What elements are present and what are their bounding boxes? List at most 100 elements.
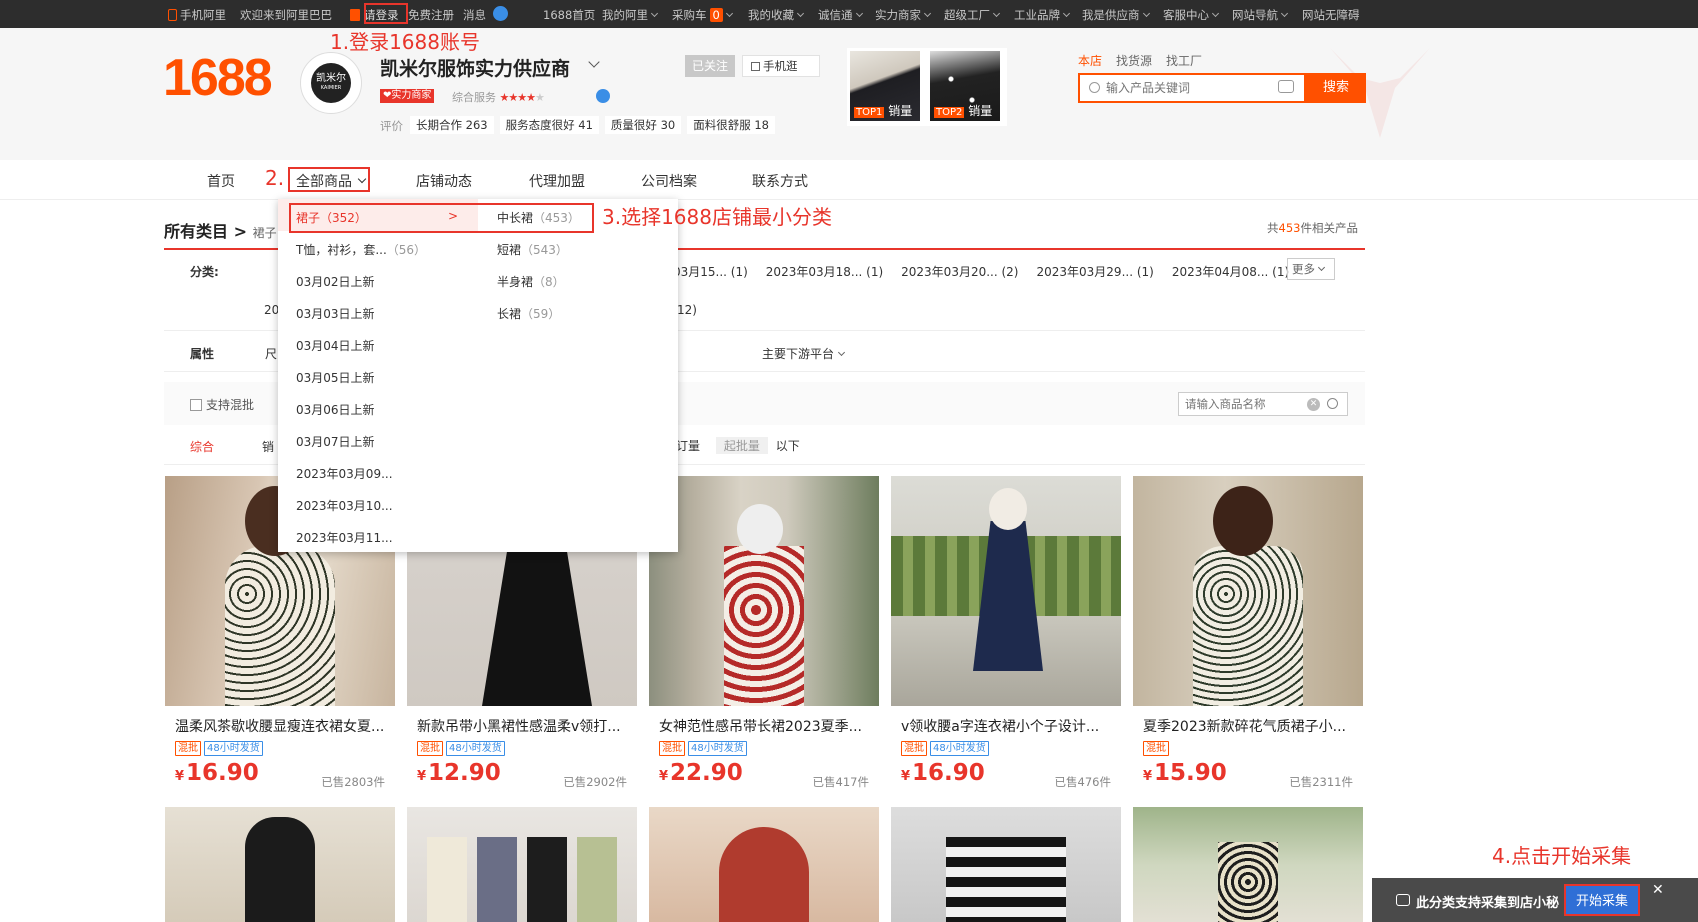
category-option[interactable]: 03月15... (1) (673, 263, 748, 280)
nav-industrial-brand[interactable]: 工业品牌 (1014, 7, 1071, 23)
mixed-batch-tag: 混批 (175, 741, 201, 756)
product-price: ¥12.90 (417, 760, 501, 786)
dropdown-item[interactable]: 03月06日上新 (296, 401, 375, 418)
search-icon[interactable] (1327, 398, 1338, 409)
review-tag[interactable]: 面料很舒服 18 (687, 116, 775, 134)
clear-icon[interactable]: ✕ (1307, 398, 1320, 411)
start-collect-button[interactable]: 开始采集 (1564, 884, 1640, 916)
nav-cart[interactable]: 采购车 0 (672, 7, 733, 23)
dropdown-item-skirt[interactable]: 裙子（352） (296, 209, 367, 226)
nav-tab-contact[interactable]: 联系方式 (752, 171, 808, 191)
product-name-input[interactable] (1185, 395, 1305, 413)
nav-super-factory[interactable]: 超级工厂 (944, 7, 1001, 23)
product-image[interactable] (891, 807, 1121, 922)
nav-my-ali[interactable]: 我的阿里 (602, 7, 659, 23)
nav-accessibility[interactable]: 网站无障碍 (1302, 7, 1360, 23)
store-logo[interactable]: 凯米尔 KAIMIER (300, 52, 362, 114)
product-title[interactable]: 新款吊带小黑裙性感温柔v领打... (417, 716, 629, 736)
login-link[interactable]: 请登录 (364, 8, 399, 22)
messages-link[interactable]: 消息 (463, 7, 486, 23)
breadcrumb-root[interactable]: 所有类目 (164, 222, 228, 241)
dropdown-item[interactable]: 03月05日上新 (296, 369, 375, 386)
1688-logo[interactable]: 1688 (163, 52, 273, 104)
dropdown-item[interactable]: 03月04日上新 (296, 337, 375, 354)
wangwang-icon[interactable] (493, 6, 508, 21)
nav-home[interactable]: 1688首页 (543, 7, 595, 23)
mobile-shop-button[interactable]: 手机逛 (742, 55, 820, 77)
top1-product-image[interactable]: TOP1 销量 (850, 51, 920, 121)
subcategory-long-skirt[interactable]: 长裙（59） (497, 305, 560, 322)
product-title[interactable]: 夏季2023新款碎花气质裙子小... (1143, 716, 1355, 736)
category-option[interactable]: 2023年03月18... (1) (766, 263, 883, 280)
category-option[interactable]: 2023年04月08... (1) (1172, 263, 1289, 280)
more-button[interactable]: 更多 (1287, 258, 1335, 280)
subcategory-short-skirt[interactable]: 短裙（543） (497, 241, 568, 258)
product-image[interactable] (891, 476, 1121, 706)
product-card[interactable]: 夏季2023新款碎花气质裙子小... 混批 ¥15.90 已售2311件 (1133, 476, 1363, 789)
nav-tab-shop-news[interactable]: 店铺动态 (416, 171, 472, 191)
product-image[interactable] (1133, 807, 1363, 922)
search-tabs: 本店 找货源 找工厂 (1078, 52, 1202, 69)
search-tab-this-store[interactable]: 本店 (1078, 52, 1102, 69)
product-name-search: ✕ (1178, 392, 1348, 416)
dropdown-item[interactable]: 03月07日上新 (296, 433, 375, 450)
service-rating: 综合服务 ★★★★★ (452, 91, 545, 104)
search-tab-sources[interactable]: 找货源 (1116, 52, 1152, 69)
review-tag[interactable]: 质量很好 30 (604, 116, 682, 134)
review-tag[interactable]: 服务态度很好 41 (499, 116, 599, 134)
nav-favorites[interactable]: 我的收藏 (748, 7, 805, 23)
shop-name[interactable]: 凯米尔服饰实力供应商 (380, 54, 570, 81)
nav-tab-home[interactable]: 首页 (207, 171, 235, 191)
product-card[interactable]: v领收腰a字连衣裙小个子设计... 混批 48小时发货 ¥16.90 已售476… (891, 476, 1121, 789)
followed-button[interactable]: 已关注 (685, 55, 735, 77)
product-image[interactable] (649, 807, 879, 922)
category-option[interactable]: 2023年03月29... (1) (1036, 263, 1153, 280)
min-batch-input[interactable]: 起批量 (715, 437, 768, 454)
dropdown-item[interactable]: 2023年03月10... (296, 497, 393, 514)
category-label: 分类: (190, 265, 219, 279)
nav-service-center[interactable]: 客服中心 (1163, 7, 1220, 23)
dropdown-item[interactable]: 03月02日上新 (296, 273, 375, 290)
search-tab-factory[interactable]: 找工厂 (1166, 52, 1202, 69)
product-image[interactable] (1133, 476, 1363, 706)
category-option[interactable]: 2023年03月20... (2) (901, 263, 1018, 280)
subcategory-midi-skirt[interactable]: 中长裙（453） (497, 209, 580, 226)
close-icon[interactable]: ✕ (1652, 882, 1664, 898)
product-title[interactable]: 女神范性感吊带长裙2023夏季... (659, 716, 871, 736)
search-input[interactable] (1106, 78, 1266, 98)
top2-product-image[interactable]: TOP2 销量 (930, 51, 1000, 121)
qrcode-icon (751, 62, 760, 71)
product-image[interactable] (165, 807, 395, 922)
ship-48h-tag: 48小时发货 (204, 741, 263, 756)
sort-default[interactable]: 综合 (190, 438, 214, 455)
dropdown-item[interactable]: 2023年03月09... (296, 465, 393, 482)
review-tag[interactable]: 长期合作 263 (410, 116, 494, 134)
mobile-ali-link[interactable]: 手机阿里 (168, 7, 226, 23)
platform-filter[interactable]: 主要下游平台 (762, 345, 846, 362)
dropdown-item[interactable]: T恤，衬衫，套...（56） (296, 241, 426, 258)
product-title[interactable]: v领收腰a字连衣裙小个子设计... (901, 716, 1113, 736)
nav-tab-agency[interactable]: 代理加盟 (529, 171, 585, 191)
nav-chengxintong[interactable]: 诚信通 (818, 7, 863, 23)
dropdown-item[interactable]: 03月03日上新 (296, 305, 375, 322)
product-image[interactable] (649, 476, 879, 706)
nav-strong-merchant[interactable]: 实力商家 (875, 7, 932, 23)
result-count: 共453件相关产品 (1267, 221, 1358, 235)
search-icon (1089, 82, 1100, 93)
product-card[interactable]: 女神范性感吊带长裙2023夏季... 混批 48小时发货 ¥22.90 已售41… (649, 476, 879, 789)
nav-site-map[interactable]: 网站导航 (1232, 7, 1289, 23)
dropdown-item[interactable]: 2023年03月11... (296, 529, 393, 546)
nav-supplier[interactable]: 我是供应商 (1082, 7, 1150, 23)
register-link[interactable]: 免费注册 (408, 7, 454, 23)
nav-tab-company[interactable]: 公司档案 (641, 171, 697, 191)
product-title[interactable]: 温柔风茶歇收腰显瘦连衣裙女夏... (175, 716, 387, 736)
nav-tab-all-products[interactable]: 全部商品 (296, 171, 367, 191)
subcategory-half-skirt[interactable]: 半身裙（8） (497, 273, 565, 290)
sold-count: 已售2803件 (321, 775, 385, 789)
checkbox[interactable] (190, 399, 202, 411)
search-button[interactable]: 搜索 (1306, 73, 1366, 103)
camera-icon[interactable] (1278, 80, 1294, 93)
product-image[interactable] (407, 807, 637, 922)
sort-sales[interactable]: 销 (262, 438, 274, 455)
mixed-batch-filter[interactable]: 支持混批 (190, 396, 254, 413)
